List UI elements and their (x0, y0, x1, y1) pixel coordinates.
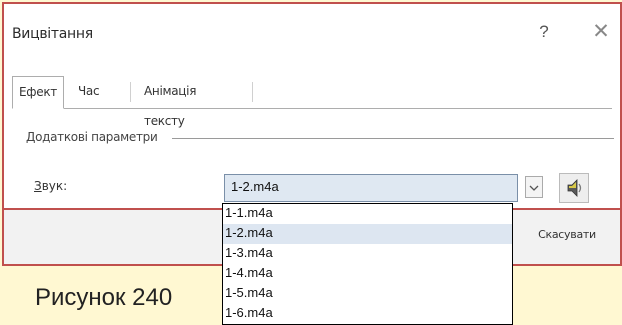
list-item[interactable]: 1-3.m4a (223, 244, 512, 264)
help-button[interactable]: ? (534, 22, 554, 44)
dialog-title: Вицвітання (12, 26, 93, 42)
dialog-titlebar: Вицвітання ? ✕ (4, 4, 620, 66)
tab-timing[interactable]: Час (72, 76, 105, 106)
list-item[interactable]: 1-5.m4a (223, 284, 512, 304)
chevron-down-icon (529, 185, 539, 191)
tab-separator (130, 82, 131, 102)
sound-select[interactable]: 1-2.m4a (224, 174, 518, 202)
cancel-button[interactable]: Скасувати (520, 222, 614, 248)
list-item[interactable]: 1-1.m4a (223, 204, 512, 224)
play-sound-button[interactable] (559, 173, 589, 203)
group-label: Додаткові параметри (26, 130, 158, 144)
list-item-selected[interactable]: 1-2.m4a (223, 224, 512, 244)
close-button[interactable]: ✕ (589, 21, 613, 45)
group-divider (172, 138, 614, 139)
tab-separator (252, 82, 253, 102)
dropdown-button[interactable] (525, 176, 543, 198)
figure-caption: Рисунок 240 (35, 284, 173, 311)
sound-options-list[interactable]: 1-1.m4a 1-2.m4a 1-3.m4a 1-4.m4a 1-5.m4a … (222, 203, 513, 325)
list-item[interactable]: 1-4.m4a (223, 264, 512, 284)
sound-label: Звук: (34, 179, 68, 193)
tab-text-animation[interactable]: Анімація тексту (138, 76, 202, 128)
tab-panel-border (12, 108, 612, 109)
list-item[interactable]: 1-6.m4a (223, 304, 512, 324)
tab-effect[interactable]: Ефект (12, 76, 64, 109)
speaker-icon (567, 179, 582, 197)
